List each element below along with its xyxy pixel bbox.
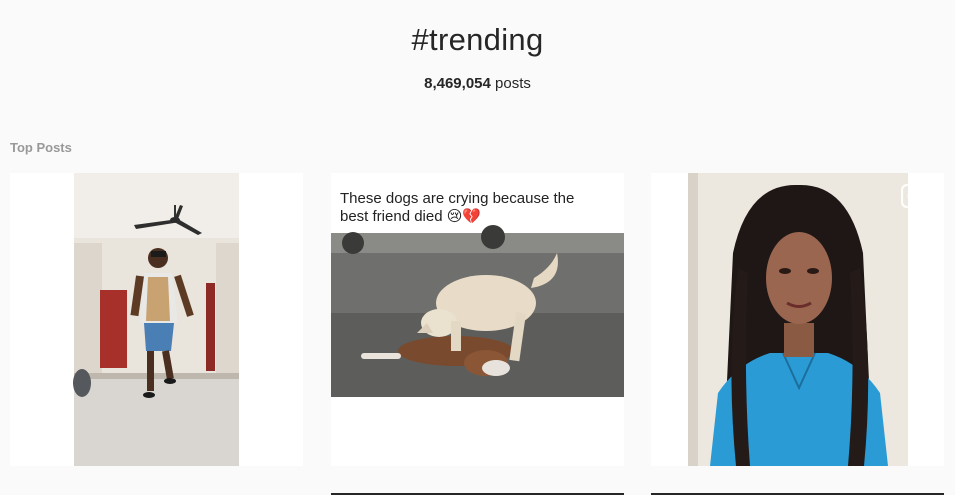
hashtag-page: #trending 8,469,054 posts Top Posts Thes… — [0, 0, 955, 495]
post-tile-2[interactable]: These dogs are crying because the best f… — [331, 173, 624, 466]
post-caption-line-1: These dogs are crying because the — [340, 190, 574, 207]
video-camera-icon — [260, 184, 294, 208]
video-camera-icon — [901, 184, 935, 208]
video-camera-icon — [581, 184, 615, 208]
hashtag-title: #trending — [411, 22, 544, 57]
man-walking-in-room-photo — [10, 173, 303, 466]
post-count: 8,469,054 posts — [0, 74, 955, 94]
two-dogs-on-road-photo: These dogs are crying because the best f… — [331, 173, 624, 466]
post-count-suffix: posts — [490, 75, 531, 92]
post-count-number: 8,469,054 — [424, 75, 491, 92]
post-tile-1[interactable] — [10, 173, 303, 466]
post-tile-3[interactable] — [651, 173, 944, 466]
top-posts-heading: Top Posts — [10, 140, 72, 155]
post-caption-line-2: best friend died 😢💔 — [340, 207, 481, 225]
woman-portrait-photo — [651, 173, 944, 466]
